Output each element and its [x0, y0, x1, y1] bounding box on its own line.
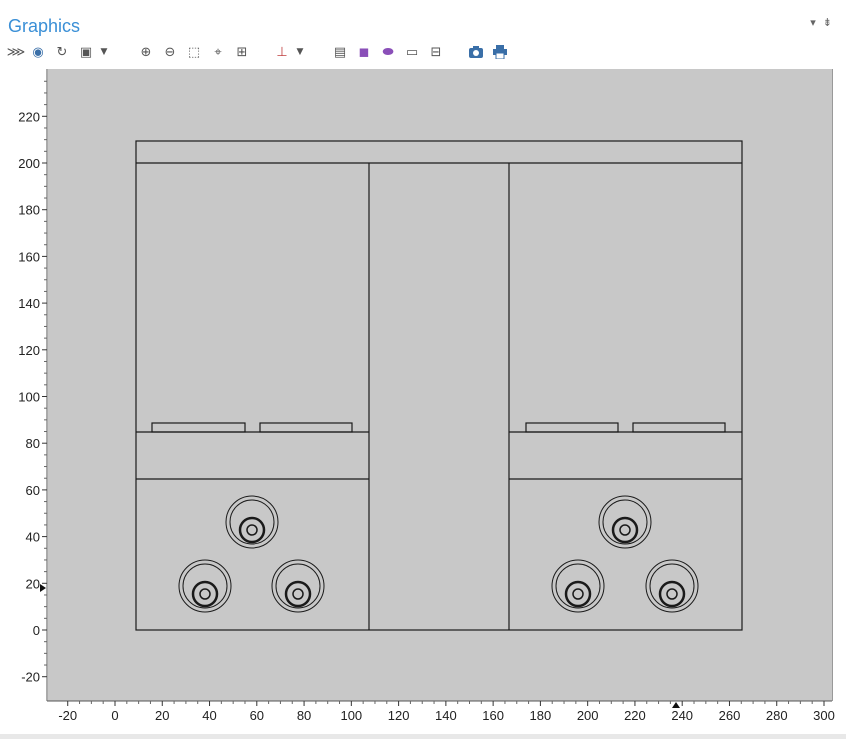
right-cable-bottom-left[interactable]	[551, 559, 605, 613]
x-tick-label: 220	[624, 708, 646, 723]
right-bar-a[interactable]	[525, 422, 619, 433]
y-tick-label: 140	[18, 296, 40, 311]
y-tick-label: 60	[26, 483, 40, 498]
right-bar-b[interactable]	[632, 422, 726, 433]
x-position-marker	[672, 702, 680, 708]
x-tick-label: 80	[297, 708, 311, 723]
x-tick-label: 240	[671, 708, 693, 723]
y-tick-label: 20	[26, 576, 40, 591]
geometry	[135, 140, 743, 631]
x-tick-label: 0	[111, 708, 118, 723]
left-bar-b[interactable]	[259, 422, 353, 433]
y-axis-ticks: -20 0 20 40 60 80 100 120 140 160 180 200 220	[18, 80, 47, 685]
x-tick-label: 180	[530, 708, 552, 723]
x-tick-label: 260	[719, 708, 741, 723]
y-tick-label: -20	[21, 670, 40, 685]
y-tick-label: 220	[18, 109, 40, 124]
x-tick-label: 160	[482, 708, 504, 723]
x-tick-label: 120	[388, 708, 410, 723]
y-tick-label: 160	[18, 249, 40, 264]
x-axis-ticks: -20 0 20 40 60 80 100 120 140 160 180 200 220 240 260 2…	[58, 701, 835, 723]
x-tick-label: 140	[435, 708, 457, 723]
y-tick-label: 200	[18, 156, 40, 171]
y-tick-label: 0	[33, 623, 40, 638]
geometry-plot: -20 0 20 40 60 80 100 120 140 160 180 200 220 -20 0 20…	[18, 69, 835, 723]
y-position-marker	[40, 584, 46, 592]
right-cable-bottom-right[interactable]	[645, 559, 699, 613]
x-tick-label: 300	[813, 708, 835, 723]
x-tick-label: 40	[202, 708, 216, 723]
x-tick-label: 60	[250, 708, 264, 723]
right-cable-top[interactable]	[598, 495, 652, 549]
outer-box[interactable]	[135, 140, 743, 631]
x-tick-label: 20	[155, 708, 169, 723]
left-cable-top[interactable]	[225, 495, 279, 549]
y-tick-label: 120	[18, 343, 40, 358]
y-tick-label: 40	[26, 530, 40, 545]
left-bar-a[interactable]	[151, 422, 246, 433]
y-tick-label: 180	[18, 203, 40, 218]
y-tick-label: 80	[26, 436, 40, 451]
left-cable-bottom-right[interactable]	[271, 559, 325, 613]
y-tick-label: 100	[18, 390, 40, 405]
status-strip	[0, 734, 846, 739]
x-tick-label: 280	[766, 708, 788, 723]
x-tick-label: 100	[340, 708, 362, 723]
x-tick-label: -20	[58, 708, 77, 723]
x-tick-label: 200	[577, 708, 599, 723]
left-cable-bottom-left[interactable]	[178, 559, 232, 613]
